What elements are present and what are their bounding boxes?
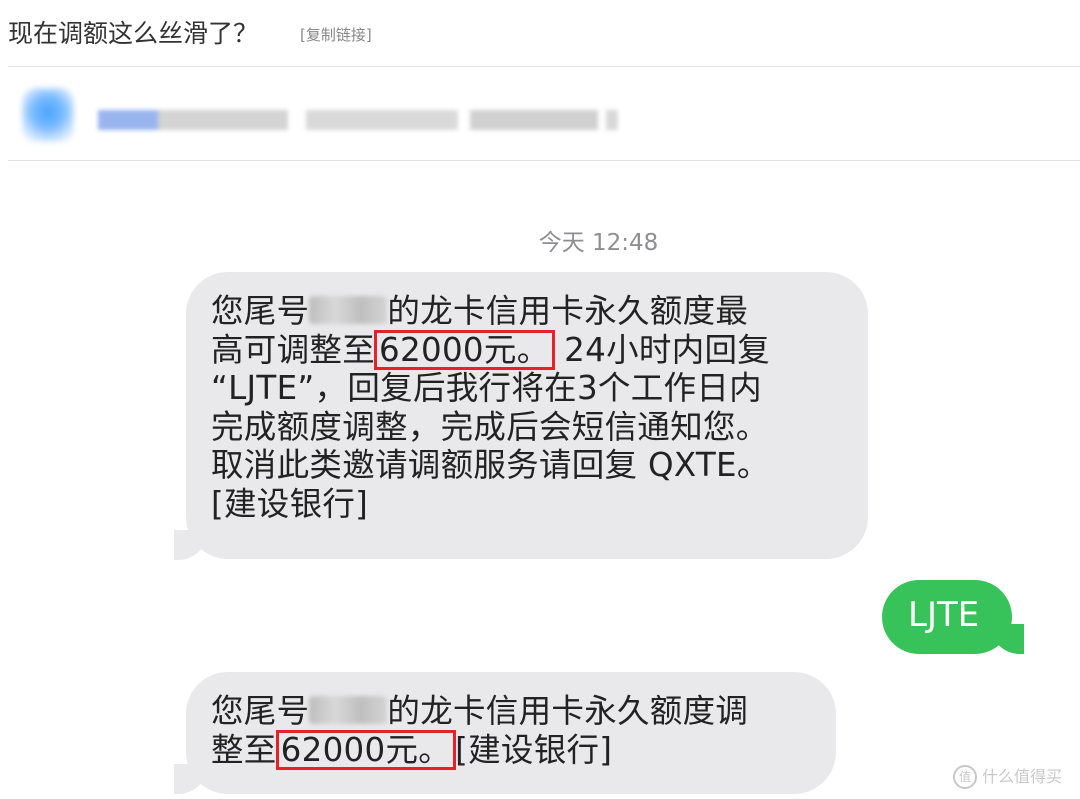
divider	[8, 160, 1080, 161]
message-text: 您尾号 的龙卡信用卡永久额度最 高可调整至 62000元。 24小时内回复 “LJT…	[211, 292, 770, 523]
text-fragment: 您尾号	[211, 692, 310, 730]
text-fragment: 您尾号	[211, 292, 310, 330]
text-fragment: [建设银行]	[455, 730, 613, 769]
text-line: 完成额度调整，完成后会短信通知您。	[211, 407, 769, 446]
redacted-card-number	[309, 696, 388, 724]
text-fragment: 高可调整至	[211, 330, 376, 369]
copy-link-button[interactable]: [复制链接]	[300, 24, 372, 45]
text-fragment: 24小时内回复	[553, 330, 771, 369]
site-watermark: 值什么值得买	[952, 763, 1062, 789]
message-timestamp: 今天 12:48	[538, 230, 659, 256]
reply-text: LJTE	[908, 595, 980, 635]
blurred-avatar	[22, 88, 74, 142]
highlighted-amount: 62000元。	[275, 729, 457, 770]
highlighted-amount: 62000元。	[374, 329, 555, 370]
watermark-logo-icon: 值	[952, 765, 977, 789]
text-line: [建设银行]	[211, 484, 369, 523]
text-fragment: 整至	[211, 730, 277, 769]
text-line: “LJTE”，回复后我行将在3个工作日内	[211, 369, 762, 407]
message-text: 您尾号 的龙卡信用卡永久额度调 整至 62000元。 [建设银行]	[211, 692, 749, 770]
post-header: 现在调额这么丝滑了？ [复制链接]	[0, 0, 1080, 66]
divider	[8, 66, 1080, 67]
text-fragment: 的龙卡信用卡永久额度最	[387, 292, 749, 330]
incoming-message-bubble[interactable]: 您尾号 的龙卡信用卡永久额度调 整至 62000元。 [建设银行]	[186, 672, 836, 794]
incoming-message-bubble[interactable]: 您尾号 的龙卡信用卡永久额度最 高可调整至 62000元。 24小时内回复 “LJT…	[186, 272, 868, 559]
watermark-text: 什么值得买	[981, 766, 1062, 786]
redacted-card-number	[309, 296, 388, 324]
outgoing-message-bubble[interactable]: LJTE	[882, 580, 1012, 654]
text-fragment: 的龙卡信用卡永久额度调	[387, 692, 749, 730]
blurred-sender-info	[98, 110, 618, 130]
text-line: 取消此类邀请调额服务请回复 QXTE。	[211, 446, 770, 484]
post-title: 现在调额这么丝滑了？	[8, 19, 259, 48]
sender-row	[0, 70, 1080, 160]
